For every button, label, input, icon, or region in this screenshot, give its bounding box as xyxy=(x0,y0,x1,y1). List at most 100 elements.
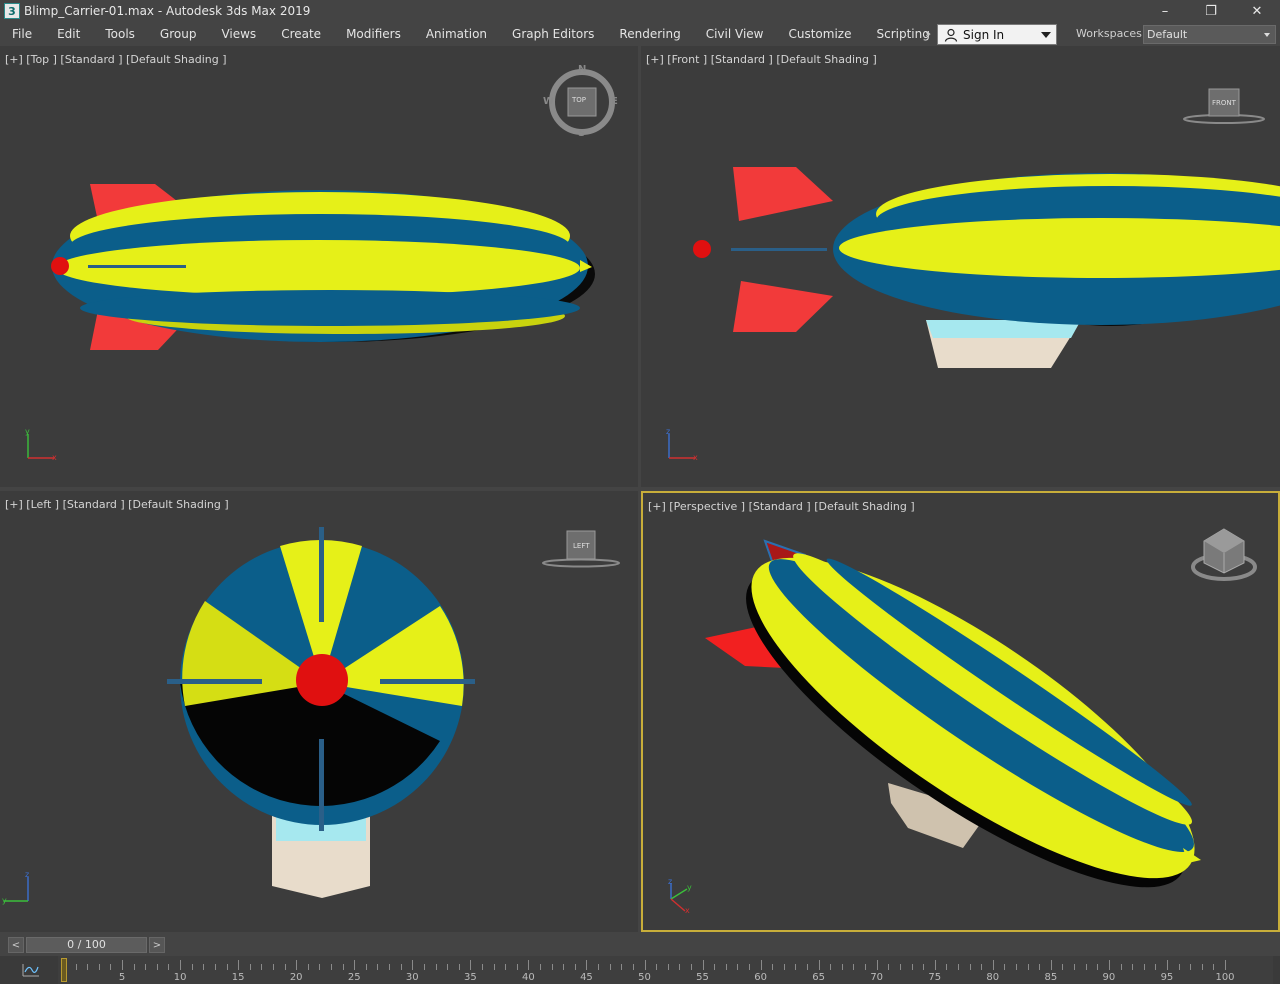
timeline-tick-label: 85 xyxy=(1044,972,1058,983)
timeline-tick xyxy=(853,964,855,970)
track-ruler[interactable]: 0510152025303540455055606570758085909510… xyxy=(58,956,1273,984)
compass-south: S xyxy=(578,128,586,139)
menu-overflow-button[interactable]: » xyxy=(920,22,936,46)
menu-rendering[interactable]: Rendering xyxy=(607,22,693,46)
timeline-tick xyxy=(540,964,541,970)
timeline-tick xyxy=(122,960,124,970)
time-playhead[interactable] xyxy=(61,958,67,982)
app-logo-icon: 3 xyxy=(4,3,20,19)
view-cube[interactable] xyxy=(1188,525,1260,585)
timeline-tick xyxy=(1120,964,1122,970)
restore-button[interactable]: ❐ xyxy=(1188,0,1234,22)
menu-civil-view[interactable]: Civil View xyxy=(694,22,777,46)
timeline-tick xyxy=(470,960,472,970)
previous-frame-button[interactable]: < xyxy=(8,937,24,953)
window-controls: – ❐ ✕ xyxy=(1142,0,1280,22)
timeline-tick-label: 100 xyxy=(1215,972,1235,983)
viewport-label[interactable]: [+] [Left ] [Standard ] [Default Shading… xyxy=(5,498,229,511)
timeline-tick xyxy=(586,960,588,970)
workspaces-label: Workspaces: xyxy=(1076,27,1146,40)
frame-slider[interactable]: 0 / 100 xyxy=(26,937,147,953)
menu-animation[interactable]: Animation xyxy=(414,22,500,46)
viewport-left[interactable]: [+] [Left ] [Standard ] [Default Shading… xyxy=(0,491,638,932)
timeline-tick xyxy=(191,964,193,970)
timeline-tick-label: 5 xyxy=(118,972,126,983)
svg-text:x: x xyxy=(685,906,690,915)
minimize-button[interactable]: – xyxy=(1142,0,1188,22)
timeline-tick xyxy=(180,960,182,970)
menu-views[interactable]: Views xyxy=(209,22,269,46)
timeline-tick-label: 75 xyxy=(928,972,942,983)
menu-group[interactable]: Group xyxy=(148,22,210,46)
timeline-tick xyxy=(389,964,391,970)
timeline-tick xyxy=(307,964,309,970)
top-view-scene xyxy=(51,184,595,350)
timeline-tick xyxy=(574,964,576,970)
timeline-tick xyxy=(795,964,797,970)
workspaces-select[interactable]: Default xyxy=(1143,25,1276,44)
next-frame-button[interactable]: > xyxy=(149,937,165,953)
timeline-tick xyxy=(563,964,565,970)
menu-graph-editors[interactable]: Graph Editors xyxy=(500,22,607,46)
menu-create[interactable]: Create xyxy=(269,22,334,46)
sign-in-dropdown[interactable]: Sign In xyxy=(937,24,1057,45)
title-bar: 3 Blimp_Carrier-01.max - Autodesk 3ds Ma… xyxy=(0,0,1280,22)
tail-spar xyxy=(88,265,186,268)
view-cube[interactable]: LEFT xyxy=(540,529,622,569)
timeline-tick xyxy=(1143,964,1145,970)
timeline-tick xyxy=(516,964,518,970)
timeline-tick xyxy=(899,964,901,970)
timeline-tick xyxy=(377,964,379,970)
svg-text:z: z xyxy=(668,879,672,886)
timeline-tick xyxy=(226,964,228,970)
timeline-tick-label: 45 xyxy=(580,972,593,983)
timeline-tick xyxy=(447,964,449,970)
fin-right xyxy=(380,679,475,684)
view-cube[interactable]: TOP N S E W xyxy=(543,64,618,139)
timeline-tick xyxy=(133,964,135,970)
menu-customize[interactable]: Customize xyxy=(776,22,864,46)
timeline-tick xyxy=(981,964,983,970)
menu-edit[interactable]: Edit xyxy=(45,22,93,46)
curve-editor-icon[interactable] xyxy=(20,960,42,980)
timeline-tick xyxy=(888,964,890,970)
timeline-tick xyxy=(656,964,658,970)
timeline-tick xyxy=(319,964,321,970)
viewport-label[interactable]: [+] [Front ] [Standard ] [Default Shadin… xyxy=(646,53,877,66)
menu-tools[interactable]: Tools xyxy=(93,22,148,46)
timeline-tick-label: 20 xyxy=(289,972,303,983)
timeline-tick xyxy=(203,964,205,970)
menu-modifiers[interactable]: Modifiers xyxy=(334,22,414,46)
timeline-tick xyxy=(830,964,832,970)
viewport-label[interactable]: [+] [Top ] [Standard ] [Default Shading … xyxy=(5,53,227,66)
svg-text:z: z xyxy=(25,871,29,879)
timeline-tick xyxy=(87,964,89,970)
axis-tripod-icon: y x xyxy=(25,428,57,462)
timeline-tick xyxy=(331,964,333,970)
timeline-tick xyxy=(1062,964,1064,970)
timeline-tick-label: 50 xyxy=(638,972,651,983)
user-icon xyxy=(942,26,960,44)
timeline-tick-label: 30 xyxy=(405,972,419,983)
viewport-perspective[interactable]: [+] [Perspective ] [Standard ] [Default … xyxy=(641,491,1280,932)
timeline-tick-label: 60 xyxy=(754,972,767,983)
close-button[interactable]: ✕ xyxy=(1234,0,1280,22)
menu-bar: File Edit Tools Group Views Create Modif… xyxy=(0,22,1280,46)
timeline-tick-label: 40 xyxy=(522,972,535,983)
view-cube-face: FRONT xyxy=(1212,99,1236,107)
timeline-tick-label: 55 xyxy=(696,972,709,983)
timeline-tick xyxy=(156,964,158,970)
timeline-tick xyxy=(1027,964,1029,970)
timeline-tick xyxy=(923,964,925,970)
svg-text:y: y xyxy=(2,896,7,905)
timeline-tick xyxy=(1201,964,1203,970)
viewport-top[interactable]: [+] [Top ] [Standard ] [Default Shading … xyxy=(0,46,638,487)
viewport-front[interactable]: [+] [Front ] [Standard ] [Default Shadin… xyxy=(641,46,1280,487)
svg-text:y: y xyxy=(25,428,30,436)
viewport-label[interactable]: [+] [Perspective ] [Standard ] [Default … xyxy=(648,500,915,513)
timeline-tick xyxy=(783,964,785,970)
window-title: Blimp_Carrier-01.max - Autodesk 3ds Max … xyxy=(24,4,311,18)
view-cube[interactable]: FRONT xyxy=(1181,86,1267,126)
tail-spar xyxy=(731,248,827,251)
menu-file[interactable]: File xyxy=(0,22,45,46)
